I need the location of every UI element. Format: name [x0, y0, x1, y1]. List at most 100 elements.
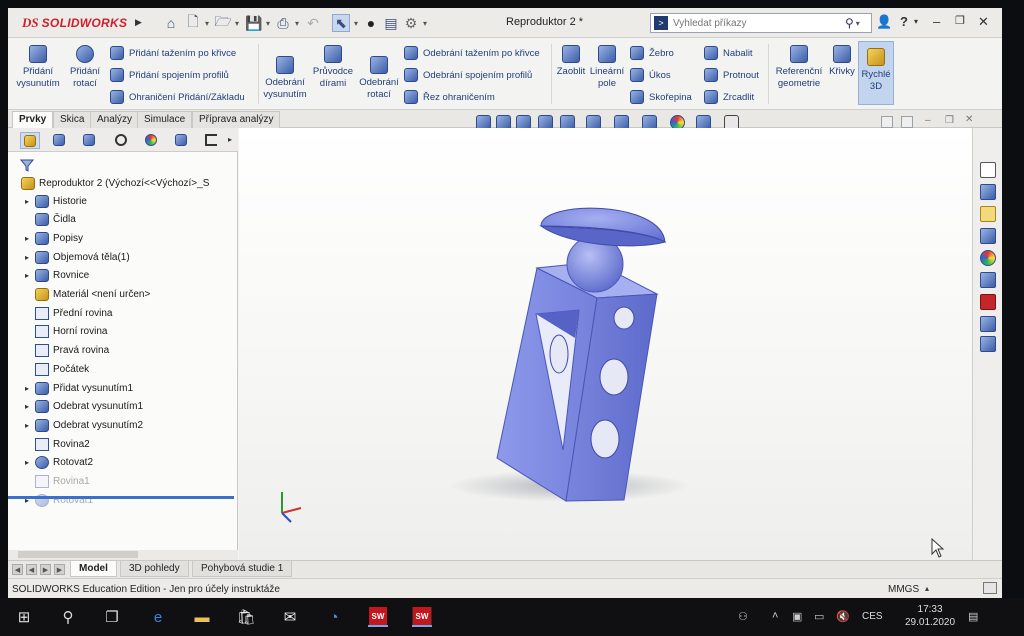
chart-app-icon[interactable]: ◔	[324, 607, 344, 627]
tree-root[interactable]: Reproduktor 2 (Výchozí<<Výchozí>_S	[8, 174, 238, 192]
chevron-down-icon[interactable]: ▾	[233, 14, 241, 32]
tree-item-revolve1[interactable]: ▸ Rotovat1	[8, 491, 238, 509]
open-folder-icon[interactable]: 🗁	[214, 13, 232, 32]
select-cursor-icon[interactable]: ⬉	[332, 14, 350, 32]
prev-tab-icon[interactable]: ◀	[26, 564, 37, 575]
file-explorer-icon[interactable]	[980, 206, 996, 222]
tree-item-cut-extrude1[interactable]: ▸ Odebrat vysunutím1	[8, 398, 238, 416]
solidworks-forum-icon[interactable]	[980, 294, 996, 310]
extrude-cut-button[interactable]: Odebrání vysunutím	[262, 56, 308, 101]
fillet-button[interactable]: Zaoblit	[554, 45, 588, 78]
tree-item-cut-extrude2[interactable]: ▸ Odebrat vysunutím2	[8, 416, 238, 434]
windows-start-icon[interactable]: ⊞	[14, 607, 34, 627]
clock[interactable]: 17:33 29.01.2020	[905, 603, 955, 629]
tree-item-revolve2[interactable]: ▸ Rotovat2	[8, 454, 238, 472]
hole-bottom[interactable]	[590, 419, 620, 459]
lofted-cut-button[interactable]: Odebrání spojením profilů	[404, 68, 532, 82]
chevron-up-icon[interactable]: ▴	[925, 584, 929, 593]
undo-icon[interactable]: ↶	[304, 14, 322, 32]
chevron-down-icon[interactable]: ▾	[421, 14, 429, 32]
gear-icon[interactable]: ⚙	[402, 14, 420, 32]
hole-middle[interactable]	[599, 358, 629, 396]
tab-model[interactable]: Model	[70, 561, 117, 577]
chevron-right-icon[interactable]: ▸	[228, 135, 232, 144]
hole-top[interactable]	[613, 306, 635, 330]
restore-icon[interactable]: ❐	[955, 14, 965, 27]
file-properties-icon[interactable]: ▤	[382, 14, 400, 32]
intersect-button[interactable]: Protnout	[704, 68, 759, 82]
network-icon[interactable]: ▭	[814, 610, 824, 623]
expand-arrow-icon[interactable]: ▸	[22, 234, 32, 243]
boundary-boss-button[interactable]: Ohraničení Přidání/Základu	[110, 90, 245, 104]
close-icon[interactable]: ✕	[978, 14, 989, 30]
rib-button[interactable]: Žebro	[630, 46, 674, 60]
viewport-restore-icon[interactable]	[881, 116, 893, 128]
horizontal-scrollbar[interactable]	[8, 550, 238, 560]
tab-motion-study[interactable]: Pohybová studie 1	[192, 561, 293, 577]
search-icon[interactable]: ⚲	[58, 607, 78, 627]
viewport-close-icon[interactable]: ✕	[965, 114, 973, 125]
display-manager-tab-icon[interactable]	[142, 132, 162, 149]
tab-3d-views[interactable]: 3D pohledy	[120, 561, 189, 577]
shell-button[interactable]: Skořepina	[630, 90, 692, 104]
hole-wizard-button[interactable]: Průvodce dírami	[312, 45, 354, 90]
scrollbar-thumb[interactable]	[18, 551, 138, 558]
search-commands[interactable]: > ⚲ ▾	[650, 13, 872, 33]
expand-arrow-icon[interactable]: ▸	[22, 271, 32, 280]
tree-item-front-plane[interactable]: Přední rovina	[8, 304, 238, 322]
last-tab-icon[interactable]: ▶	[54, 564, 65, 575]
volume-muted-icon[interactable]: 🔇	[836, 610, 850, 623]
help-button[interactable]: ?	[900, 14, 908, 29]
curves-button[interactable]: Křivky	[826, 45, 858, 78]
graphics-area[interactable]	[239, 128, 972, 560]
tree-item-origin[interactable]: Počátek	[8, 360, 238, 378]
expand-arrow-icon[interactable]: ▸	[22, 197, 32, 206]
linear-pattern-button[interactable]: Lineární pole	[590, 45, 624, 90]
minimize-icon[interactable]: –	[933, 14, 940, 29]
reference-geometry-button[interactable]: Referenční geometrie	[772, 45, 826, 90]
edge-icon[interactable]: e	[148, 607, 168, 627]
tree-item-equations[interactable]: ▸ Rovnice	[8, 267, 238, 285]
tab-simulation[interactable]: Simulace	[137, 111, 193, 128]
viewport-tile-icon[interactable]	[901, 116, 913, 128]
unit-system[interactable]: MMGS	[888, 584, 919, 595]
input-language[interactable]: CES	[862, 611, 883, 622]
swept-boss-button[interactable]: Přidání tažením po křivce	[110, 46, 236, 60]
search-icon[interactable]: ⚲	[845, 16, 854, 30]
cam-tab-icon[interactable]	[172, 132, 192, 149]
lofted-boss-button[interactable]: Přidání spojením profilů	[110, 68, 229, 82]
custom-properties-icon[interactable]	[980, 272, 996, 288]
expand-arrow-icon[interactable]: ▸	[22, 402, 32, 411]
expand-arrow-icon[interactable]: ▸	[22, 384, 32, 393]
solidworks-active-app-icon[interactable]: SW	[412, 607, 432, 627]
chevron-up-icon[interactable]: ˄	[772, 610, 778, 622]
viewport-restore-icon[interactable]: ❐	[945, 115, 954, 126]
chevron-down-icon[interactable]: ▾	[914, 17, 918, 26]
configuration-tab-icon[interactable]	[80, 132, 100, 149]
revolve-boss-button[interactable]: Přidání rotací	[68, 45, 102, 90]
hole-left[interactable]	[549, 334, 569, 374]
view-palette-icon[interactable]	[980, 228, 996, 244]
traffic-light-icon[interactable]: ●	[362, 14, 380, 32]
mirror-button[interactable]: Zrcadlit	[704, 90, 754, 104]
wrap-button[interactable]: Nabalit	[704, 46, 753, 60]
tag-icon[interactable]	[983, 582, 997, 594]
people-icon[interactable]: ⚇	[738, 610, 748, 623]
store-icon[interactable]: 🛍	[236, 607, 256, 627]
notifications-icon[interactable]: ▤	[968, 610, 978, 623]
tree-item-plane1[interactable]: Rovina1	[8, 473, 238, 491]
tab-analysis-prep[interactable]: Příprava analýzy	[192, 111, 281, 128]
menu-expand-icon[interactable]: ▶	[135, 17, 142, 28]
tree-item-top-plane[interactable]: Horní rovina	[8, 323, 238, 341]
print-icon[interactable]: ⎙	[274, 14, 292, 32]
file-explorer-icon[interactable]: ▬	[192, 607, 212, 627]
solidworks-logo[interactable]: DS SOLIDWORKS	[22, 14, 127, 32]
more-tabs-icon[interactable]	[202, 132, 222, 149]
resources-home-icon[interactable]	[980, 162, 996, 178]
extrude-boss-button[interactable]: Přidání vysunutím	[16, 45, 60, 90]
first-tab-icon[interactable]: ◀	[12, 564, 23, 575]
home-icon[interactable]: ⌂	[162, 14, 180, 32]
tab-evaluate[interactable]: Analýzy	[90, 111, 140, 128]
viewport-minimize-icon[interactable]: –	[925, 115, 931, 126]
tree-item-material[interactable]: Materiál <není určen>	[8, 286, 238, 304]
